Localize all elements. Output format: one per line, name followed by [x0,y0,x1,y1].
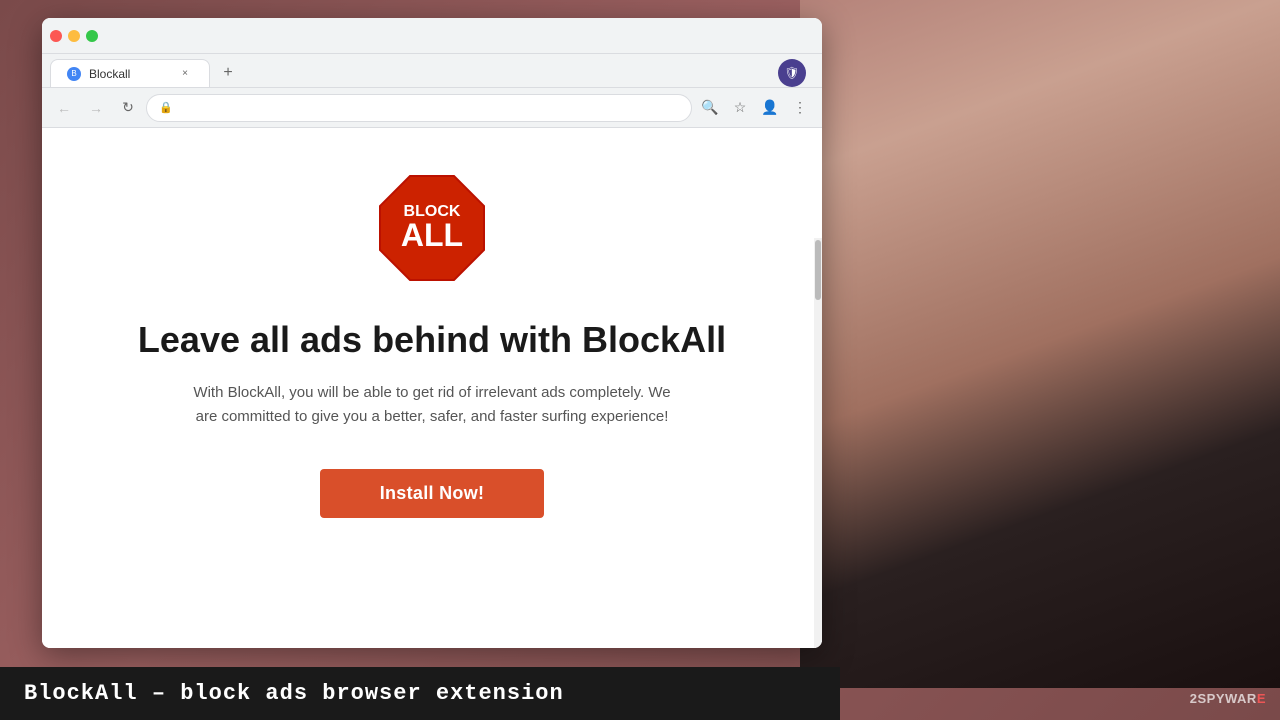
menu-button[interactable]: ⋮ [786,94,814,122]
window-controls: × − □ [50,30,98,42]
watermark-text: 2SPYWAR [1190,691,1257,706]
svg-text:ALL: ALL [401,217,463,253]
bookmark-button[interactable]: ☆ [726,94,754,122]
bookmark-icon: ☆ [734,99,747,116]
watermark-suffix: E [1257,691,1266,706]
window-maximize-button[interactable]: □ [86,30,98,42]
page-subtext: With BlockAll, you will be able to get r… [182,381,682,429]
tab-favicon-icon: B [67,67,81,81]
window-minimize-button[interactable]: − [68,30,80,42]
refresh-button[interactable]: ↻ [114,94,142,122]
menu-icon: ⋮ [793,99,807,116]
profile-icon: 👤 [761,99,778,116]
browser-tabs: B Blockall × + 🛡 [42,54,822,88]
extension-icon[interactable]: 🛡 [778,59,806,87]
blockall-logo: BLOCK ALL [372,168,492,288]
caption-bar: BlockAll – block ads browser extension [0,667,840,720]
refresh-icon: ↻ [122,99,134,116]
browser-titlebar: × − □ [42,18,822,54]
new-tab-button[interactable]: + [214,59,242,87]
back-icon: ← [57,100,71,116]
back-button[interactable]: ← [50,94,78,122]
page-content: BLOCK ALL Leave all ads behind with Bloc… [42,128,822,648]
person-image [800,0,1280,688]
zoom-button[interactable]: 🔍 [696,94,724,122]
lock-icon: 🔒 [159,101,173,114]
scrollbar-thumb[interactable] [815,240,821,300]
forward-icon: → [89,100,103,116]
browser-toolbar: ← → ↻ 🔒 🔍 ☆ 👤 ⋮ [42,88,822,128]
watermark: 2SPYWARE [1190,691,1266,706]
caption-text: BlockAll – block ads browser extension [24,681,564,706]
page-headline: Leave all ads behind with BlockAll [138,318,726,361]
address-bar[interactable]: 🔒 [146,94,692,122]
install-button[interactable]: Install Now! [320,469,545,518]
window-close-button[interactable]: × [50,30,62,42]
zoom-icon: 🔍 [701,99,718,116]
browser-tab-active[interactable]: B Blockall × [50,59,210,87]
scrollbar[interactable] [814,238,822,648]
forward-button[interactable]: → [82,94,110,122]
tab-title: Blockall [89,67,130,81]
tab-close-button[interactable]: × [177,66,193,82]
browser-window: × − □ B Blockall × + 🛡 ← → ↻ 🔒 [42,18,822,648]
profile-button[interactable]: 👤 [756,94,784,122]
toolbar-actions: 🔍 ☆ 👤 ⋮ [696,94,814,122]
